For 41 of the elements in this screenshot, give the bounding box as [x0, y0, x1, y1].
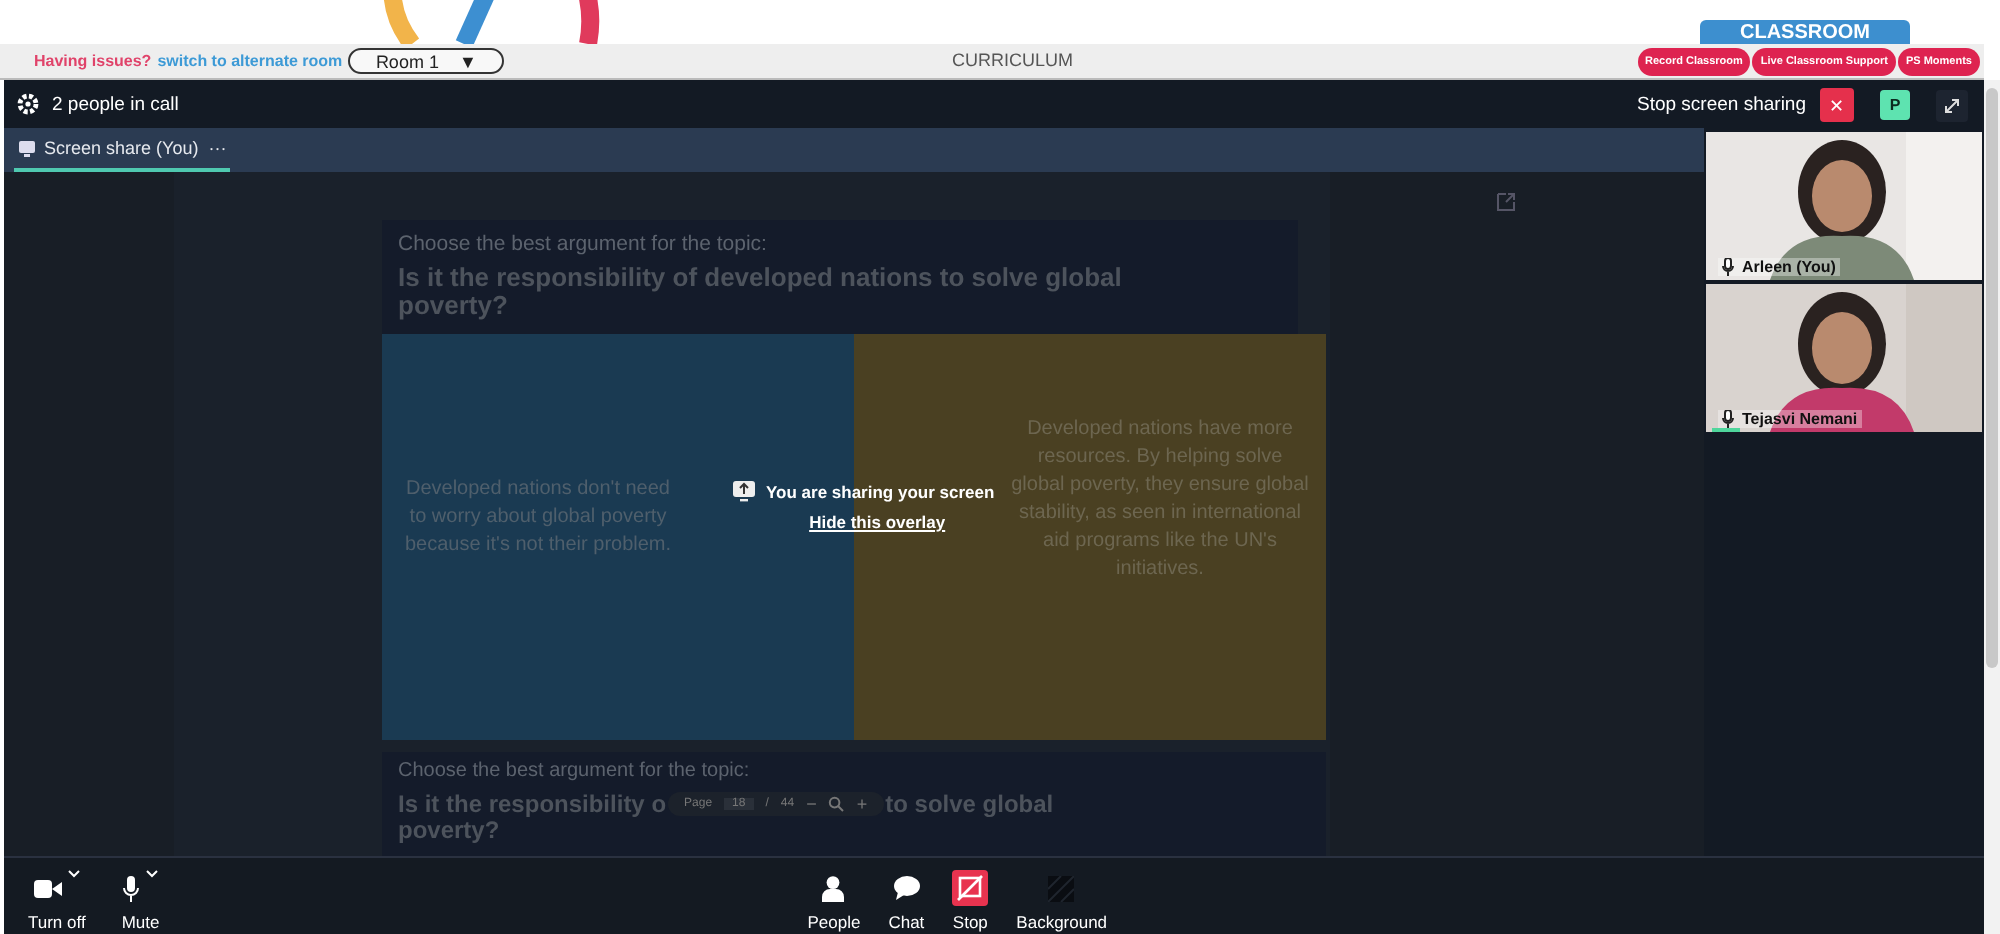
microphone-icon [1722, 258, 1734, 276]
people-button[interactable]: People [803, 858, 865, 934]
zoom-out-button[interactable]: − [806, 794, 817, 814]
camera-icon [33, 879, 62, 897]
stop-sharing-button[interactable]: ✕ [1820, 88, 1854, 122]
question-text: Is it the responsibility o [398, 790, 667, 818]
settings-icon[interactable] [16, 92, 40, 116]
participant-name-label: Tejasvi Nemani [1718, 410, 1862, 428]
issue-text: Having issues? [34, 52, 152, 70]
background-button[interactable]: Background [1012, 858, 1112, 934]
participant-name-label: Arleen (You) [1718, 258, 1840, 276]
chat-icon [893, 876, 920, 900]
mute-button[interactable]: Mute [117, 858, 164, 934]
stop-share-icon [952, 870, 989, 906]
alternate-room-link[interactable]: switch to alternate room [157, 52, 343, 70]
chat-button[interactable]: Chat [884, 858, 929, 934]
screen-icon [18, 139, 36, 157]
zoom-icon[interactable] [828, 796, 845, 812]
user-avatar[interactable]: P [1880, 90, 1910, 120]
hide-overlay-link[interactable]: Hide this overlay [809, 512, 946, 532]
prompt-text: Choose the best argument for the topic: [398, 232, 769, 256]
room-select[interactable]: Room 1 ▼ [348, 48, 505, 74]
stop-button[interactable]: Stop [948, 858, 993, 934]
question-text: Is it the responsibility of developed nations to solve global poverty? [398, 264, 1124, 320]
prompt-text: Choose the best argument for the topic: [398, 760, 752, 782]
microphone-icon [1722, 410, 1734, 428]
fullscreen-icon[interactable] [1936, 89, 1968, 121]
curriculum-title: CURRICULUM [952, 50, 1073, 70]
camera-button[interactable]: Turn off [24, 858, 90, 934]
stop-sharing-label: Stop screen sharing [1637, 94, 1806, 116]
question-text: poverty? [398, 818, 500, 842]
chevron-down-icon[interactable] [146, 870, 159, 878]
zoom-in-button[interactable]: + [856, 794, 868, 814]
screen-share-icon [732, 480, 756, 502]
sharing-message: You are sharing your screen [766, 481, 995, 501]
person-icon [822, 875, 845, 901]
question-text: to solve global [885, 790, 1054, 818]
background-icon [1048, 875, 1075, 901]
microphone-icon [122, 875, 141, 901]
people-count: 2 people in call [52, 93, 179, 115]
chevron-down-icon[interactable] [67, 870, 80, 878]
